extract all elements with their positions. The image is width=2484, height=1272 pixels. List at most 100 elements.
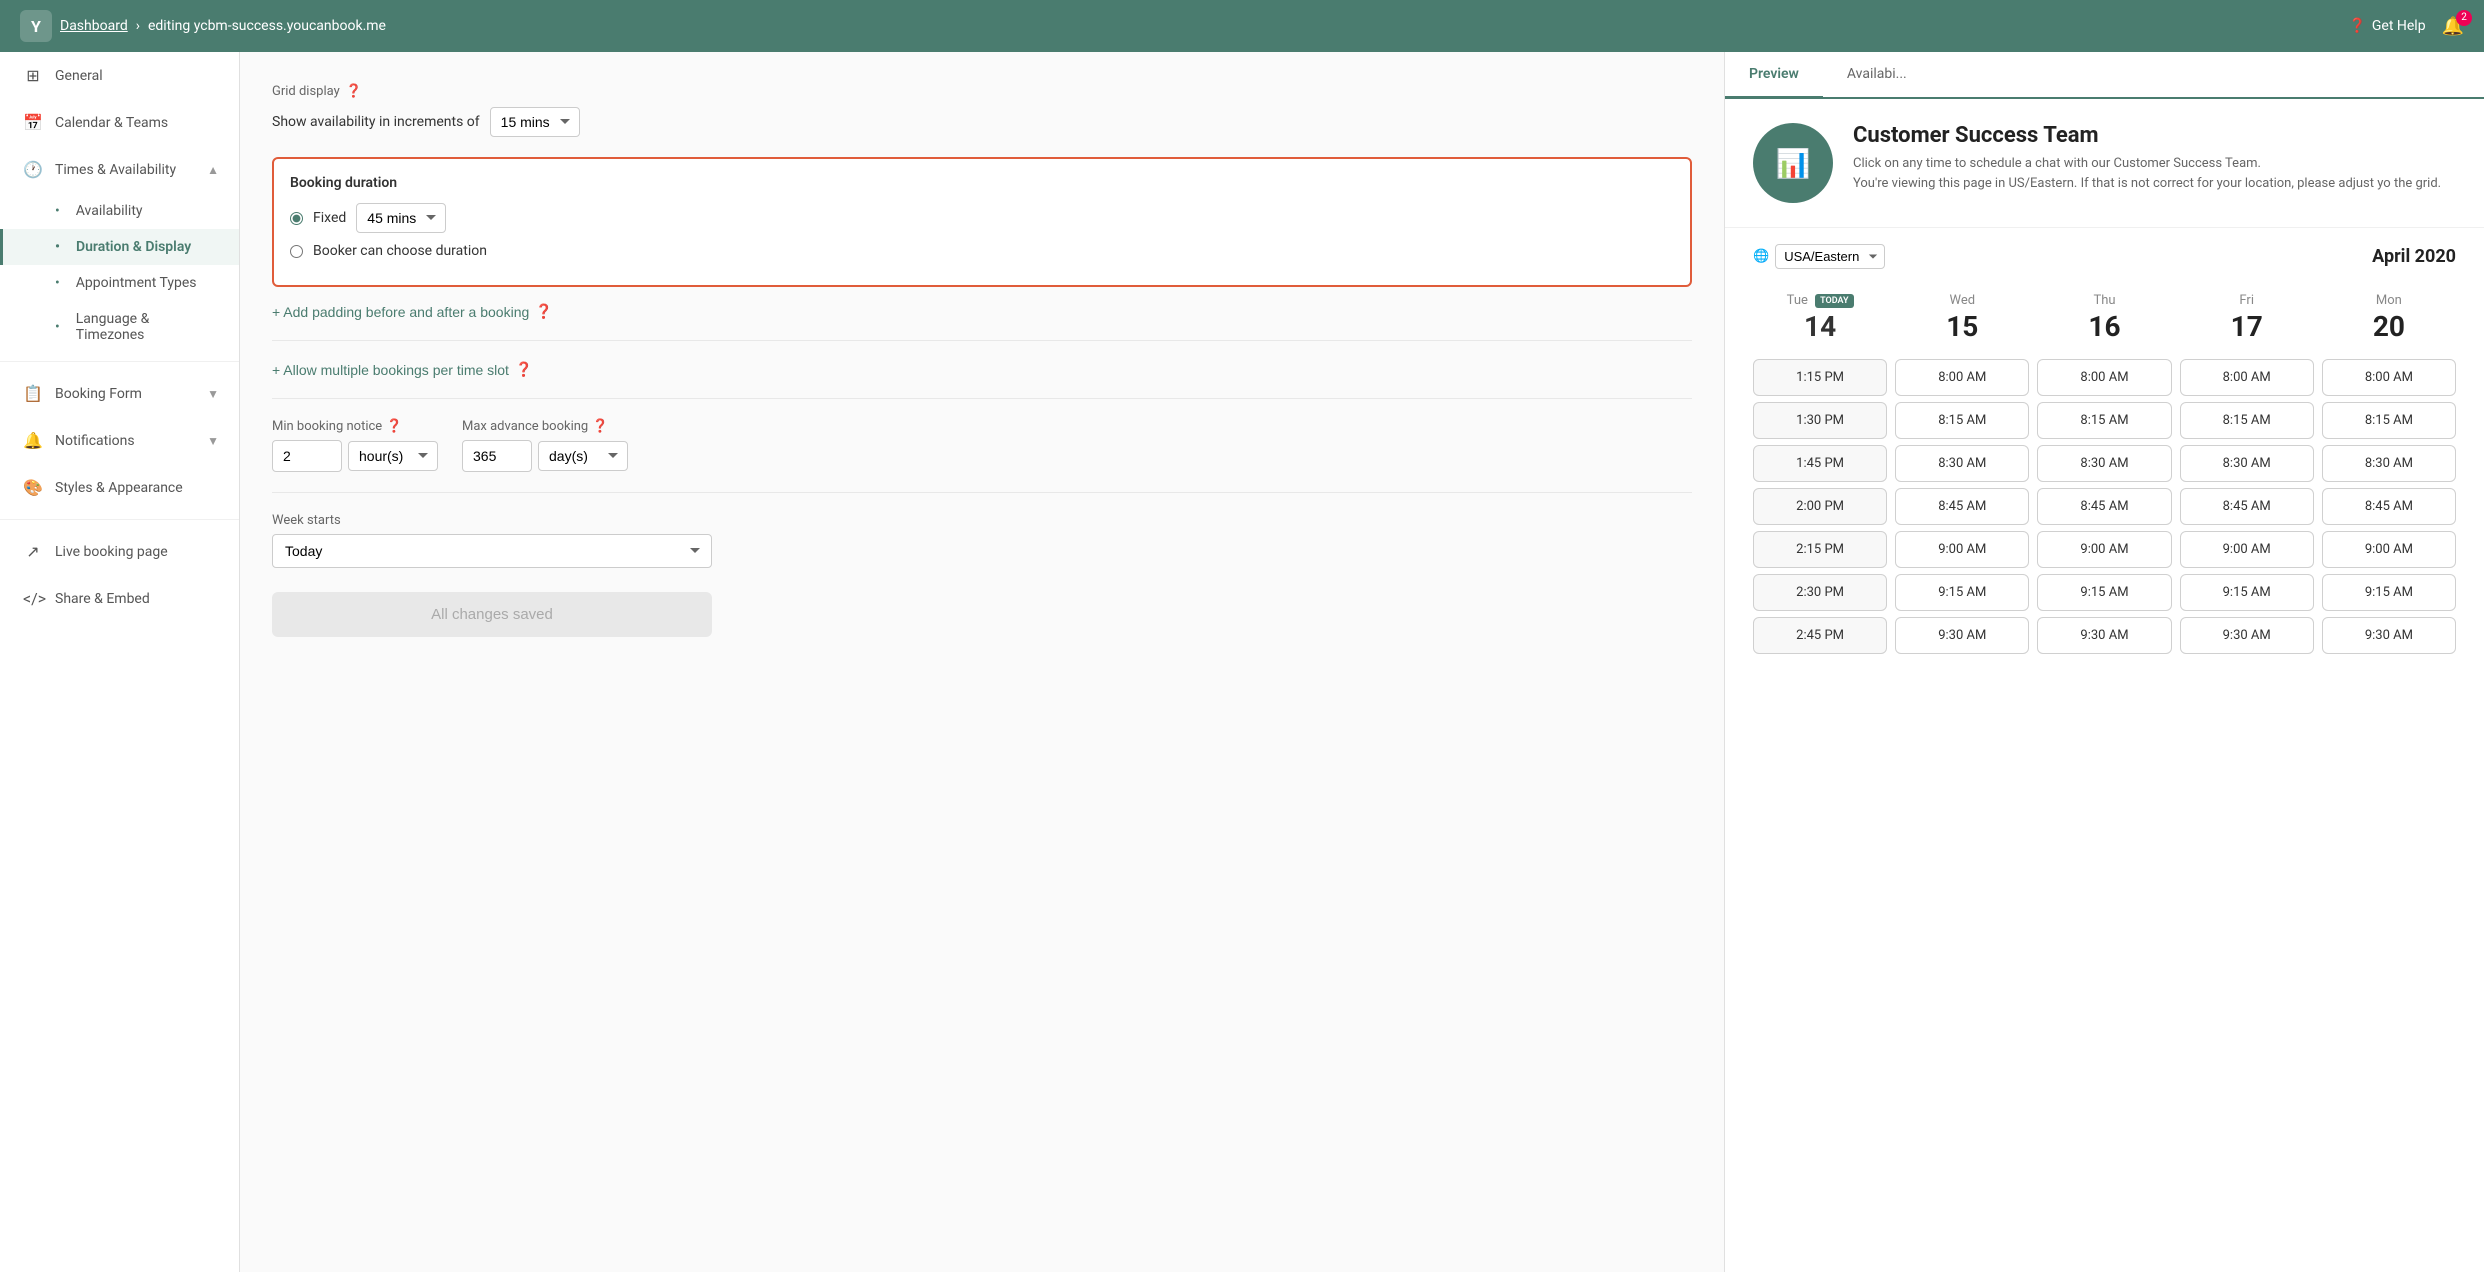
sidebar-item-availability[interactable]: Availability [0,193,239,229]
time-slot[interactable]: 2:30 PM [1753,574,1887,611]
sidebar-sub-label: Duration & Display [76,239,191,255]
time-slot[interactable]: 9:15 AM [1895,574,2029,611]
tab-preview[interactable]: Preview [1725,52,1823,99]
time-slot[interactable]: 1:15 PM [1753,359,1887,396]
grid-display-section: Grid display ❓ [272,84,1692,99]
time-slot[interactable]: 8:00 AM [2322,359,2456,396]
time-slot[interactable]: 9:15 AM [2180,574,2314,611]
time-slot[interactable]: 9:00 AM [2180,531,2314,568]
time-slot[interactable]: 2:45 PM [1753,617,1887,654]
time-slot[interactable]: 8:45 AM [2037,488,2171,525]
team-avatar-icon: 📊 [1776,147,1811,180]
min-booking-input[interactable] [272,440,342,472]
fixed-label: Fixed [313,210,346,226]
time-slot[interactable]: 8:00 AM [2037,359,2171,396]
topnav-right: ❓ Get Help 🔔 2 [2348,16,2464,37]
grid-increment-select[interactable]: 15 mins 5 mins 10 mins 20 mins 30 mins 4… [490,107,580,137]
add-padding-button[interactable]: + Add padding before and after a booking… [272,303,553,320]
chevron-down-icon: ▼ [207,434,219,448]
time-slot[interactable]: 8:15 AM [1895,402,2029,439]
time-slot[interactable]: 8:15 AM [2180,402,2314,439]
time-slot[interactable]: 1:30 PM [1753,402,1887,439]
external-link-icon: ↗ [23,542,43,561]
sidebar-item-share-embed[interactable]: </> Share & Embed [0,575,239,622]
breadcrumb-dashboard[interactable]: Dashboard [60,18,128,34]
time-slot[interactable]: 9:30 AM [1895,617,2029,654]
day-col-0: 1:15 PM 1:30 PM 1:45 PM 2:00 PM 2:15 PM … [1753,359,1887,654]
time-slot[interactable]: 2:00 PM [1753,488,1887,525]
sidebar-item-label: Live booking page [55,544,168,560]
divider-2 [272,398,1692,399]
sidebar-item-notifications[interactable]: 🔔 Notifications ▼ [0,417,239,464]
sidebar-item-styles-appearance[interactable]: 🎨 Styles & Appearance [0,464,239,511]
show-availability-label: Show availability in increments of [272,114,480,130]
time-slot[interactable]: 9:15 AM [2322,574,2456,611]
sidebar-item-booking-form[interactable]: 📋 Booking Form ▼ [0,370,239,417]
time-slot[interactable]: 2:15 PM [1753,531,1887,568]
sidebar-item-live-booking[interactable]: ↗ Live booking page [0,528,239,575]
max-advance-help-icon[interactable]: ❓ [592,419,608,434]
time-slot[interactable]: 8:15 AM [2322,402,2456,439]
day-num-0: 14 [1753,310,1887,343]
day-num-1: 15 [1895,310,2029,343]
calendar-days-header: Tue TODAY 14 Wed 15 Thu 16 Fri 17 Mon [1753,285,2456,351]
time-slot[interactable]: 9:15 AM [2037,574,2171,611]
time-slot[interactable]: 8:45 AM [2322,488,2456,525]
calendar-month: April 2020 [2372,246,2456,267]
timezone-select[interactable]: USA/Eastern [1775,244,1885,269]
time-slot[interactable]: 9:00 AM [1895,531,2029,568]
preview-tabs: Preview Availabi... [1725,52,2484,99]
min-booking-group: Min booking notice ❓ hour(s) day(s) week… [272,419,438,472]
allow-multiple-label: + Allow multiple bookings per time slot [272,362,509,378]
time-slot[interactable]: 8:30 AM [1895,445,2029,482]
add-padding-help-icon[interactable]: ❓ [535,303,552,320]
week-starts-select[interactable]: Today Sunday Monday Tuesday Wednesday Th… [272,534,712,568]
timezone-wrap: 🌐 USA/Eastern [1753,244,1885,269]
time-slot[interactable]: 8:30 AM [2037,445,2171,482]
min-booking-unit-select[interactable]: hour(s) day(s) week(s) [348,441,438,471]
help-button[interactable]: ❓ Get Help [2348,18,2425,34]
sidebar-sub-label: Language & Timezones [76,311,219,343]
allow-multiple-button[interactable]: + Allow multiple bookings per time slot … [272,361,532,378]
time-slot[interactable]: 9:00 AM [2037,531,2171,568]
notifications-bell[interactable]: 🔔 2 [2442,16,2464,37]
time-slot[interactable]: 8:45 AM [1895,488,2029,525]
sidebar-item-label: Notifications [55,433,135,449]
topnav-logo[interactable]: Y [20,10,52,42]
time-slot[interactable]: 8:30 AM [2322,445,2456,482]
week-starts-label: Week starts [272,513,1692,528]
sidebar-item-times-availability[interactable]: 🕐 Times & Availability ▲ [0,146,239,193]
preview-panel: Preview Availabi... 📊 Customer Success T… [1724,52,2484,1272]
time-slot[interactable]: 9:30 AM [2322,617,2456,654]
sidebar-item-calendar-teams[interactable]: 📅 Calendar & Teams [0,99,239,146]
sidebar-item-general[interactable]: ⊞ General [0,52,239,99]
booker-choose-radio[interactable] [290,245,303,258]
fixed-duration-row: Fixed 45 mins 15 mins 20 mins 30 mins 60… [290,203,1674,233]
max-advance-input[interactable] [462,440,532,472]
time-slot[interactable]: 9:30 AM [2037,617,2171,654]
min-booking-input-row: hour(s) day(s) week(s) [272,440,438,472]
min-booking-help-icon[interactable]: ❓ [386,419,402,434]
time-slot[interactable]: 9:00 AM [2322,531,2456,568]
time-slot[interactable]: 8:00 AM [2180,359,2314,396]
bell-icon: 🔔 [23,431,43,450]
allow-multiple-help-icon[interactable]: ❓ [515,361,532,378]
time-slot[interactable]: 1:45 PM [1753,445,1887,482]
time-slot[interactable]: 8:00 AM [1895,359,2029,396]
time-slot[interactable]: 8:15 AM [2037,402,2171,439]
topnav: Y Dashboard › editing ycbm-success.youca… [0,0,2484,52]
time-slot[interactable]: 8:45 AM [2180,488,2314,525]
tab-available[interactable]: Availabi... [1823,52,1931,99]
time-slot[interactable]: 9:30 AM [2180,617,2314,654]
max-advance-unit-select[interactable]: day(s) hour(s) week(s) [538,441,628,471]
sidebar-item-language-timezones[interactable]: Language & Timezones [0,301,239,353]
time-slot[interactable]: 8:30 AM [2180,445,2314,482]
breadcrumb-editing: editing ycbm-success.youcanbook.me [148,18,386,34]
team-desc-line1: Click on any time to schedule a chat wit… [1853,154,2441,174]
sidebar-item-appointment-types[interactable]: Appointment Types [0,265,239,301]
duration-select[interactable]: 45 mins 15 mins 20 mins 30 mins 60 mins … [356,203,446,233]
sidebar-item-duration-display[interactable]: Duration & Display [0,229,239,265]
save-button[interactable]: All changes saved [272,592,712,637]
fixed-radio[interactable] [290,212,303,225]
grid-display-help-icon[interactable]: ❓ [346,84,362,99]
